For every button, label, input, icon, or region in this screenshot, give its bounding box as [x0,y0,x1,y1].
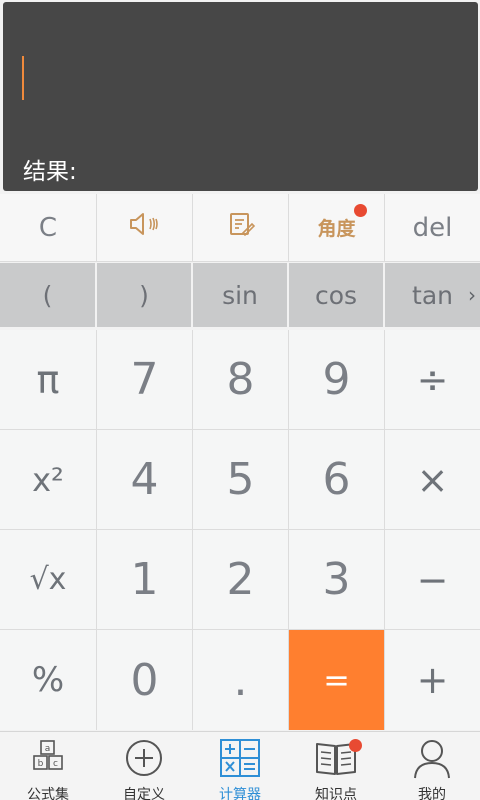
keypad-row-2: x² 4 5 6 × [0,430,480,530]
function-row: C 角度 del [0,194,480,262]
digit-0-button[interactable]: 0 [97,630,193,730]
result-label: 结果: [23,159,77,185]
digit-1-button[interactable]: 1 [97,530,193,630]
digit-9-button[interactable]: 9 [289,330,385,430]
notification-badge [354,204,367,217]
nav-item-profile[interactable]: 我的 [384,732,480,800]
digit-2-button[interactable]: 2 [193,530,289,630]
expression-display[interactable]: 结果: [3,2,478,191]
svg-text:b: b [38,759,44,769]
delete-button[interactable]: del [385,194,480,262]
person-icon [410,738,454,782]
nav-label: 我的 [418,787,446,800]
sin-button[interactable]: sin [193,263,289,327]
angle-mode-button[interactable]: 角度 [289,194,385,262]
clear-button[interactable]: C [0,194,97,262]
keypad-row-1: π 7 8 9 ÷ [0,330,480,430]
digit-8-button[interactable]: 8 [193,330,289,430]
abc-blocks-icon: a b c [26,738,70,782]
nav-item-custom[interactable]: 自定义 [96,732,192,800]
digit-5-button[interactable]: 5 [193,430,289,530]
close-paren-button[interactable]: ) [97,263,193,327]
nav-item-calculator[interactable]: 计算器 [192,732,288,800]
chevron-right-icon[interactable]: › [468,283,476,307]
tan-button[interactable]: tan › [385,263,480,327]
nav-item-knowledge[interactable]: 知识点 [288,732,384,800]
angle-mode-label: 角度 [317,218,356,240]
multiply-button[interactable]: × [385,430,480,530]
add-button[interactable]: + [385,630,480,730]
square-button[interactable]: x² [0,430,97,530]
open-paren-button[interactable]: ( [0,263,97,327]
percent-button[interactable]: % [0,630,97,730]
nav-label: 知识点 [315,787,357,800]
edit-note-icon [226,209,256,246]
pi-button[interactable]: π [0,330,97,430]
nav-label: 自定义 [123,787,165,800]
equals-button[interactable]: = [289,630,385,730]
calculator-icon [218,738,262,782]
voice-toggle-button[interactable] [97,194,193,262]
history-button[interactable] [193,194,289,262]
divide-button[interactable]: ÷ [385,330,480,430]
digit-4-button[interactable]: 4 [97,430,193,530]
text-cursor [22,56,24,100]
keypad-row-3: √x 1 2 3 − [0,530,480,630]
bottom-nav: a b c 公式集 自定义 计算器 知识点 我的 [0,731,480,800]
cos-button[interactable]: cos [289,263,385,327]
scientific-row: ( ) sin cos tan › [0,263,480,327]
tan-label: tan [412,280,453,310]
nav-label: 计算器 [219,787,261,800]
subtract-button[interactable]: − [385,530,480,630]
keypad-row-4: % 0 . = + [0,630,480,730]
digit-3-button[interactable]: 3 [289,530,385,630]
notification-badge [349,739,362,752]
digit-7-button[interactable]: 7 [97,330,193,430]
plus-circle-icon [122,738,166,782]
nav-label: 公式集 [27,787,69,800]
speaker-icon [125,209,165,246]
nav-item-formulas[interactable]: a b c 公式集 [0,732,96,800]
digit-6-button[interactable]: 6 [289,430,385,530]
svg-text:c: c [53,759,58,769]
svg-text:a: a [45,744,51,754]
sqrt-button[interactable]: √x [0,530,97,630]
decimal-point-button[interactable]: . [193,630,289,730]
